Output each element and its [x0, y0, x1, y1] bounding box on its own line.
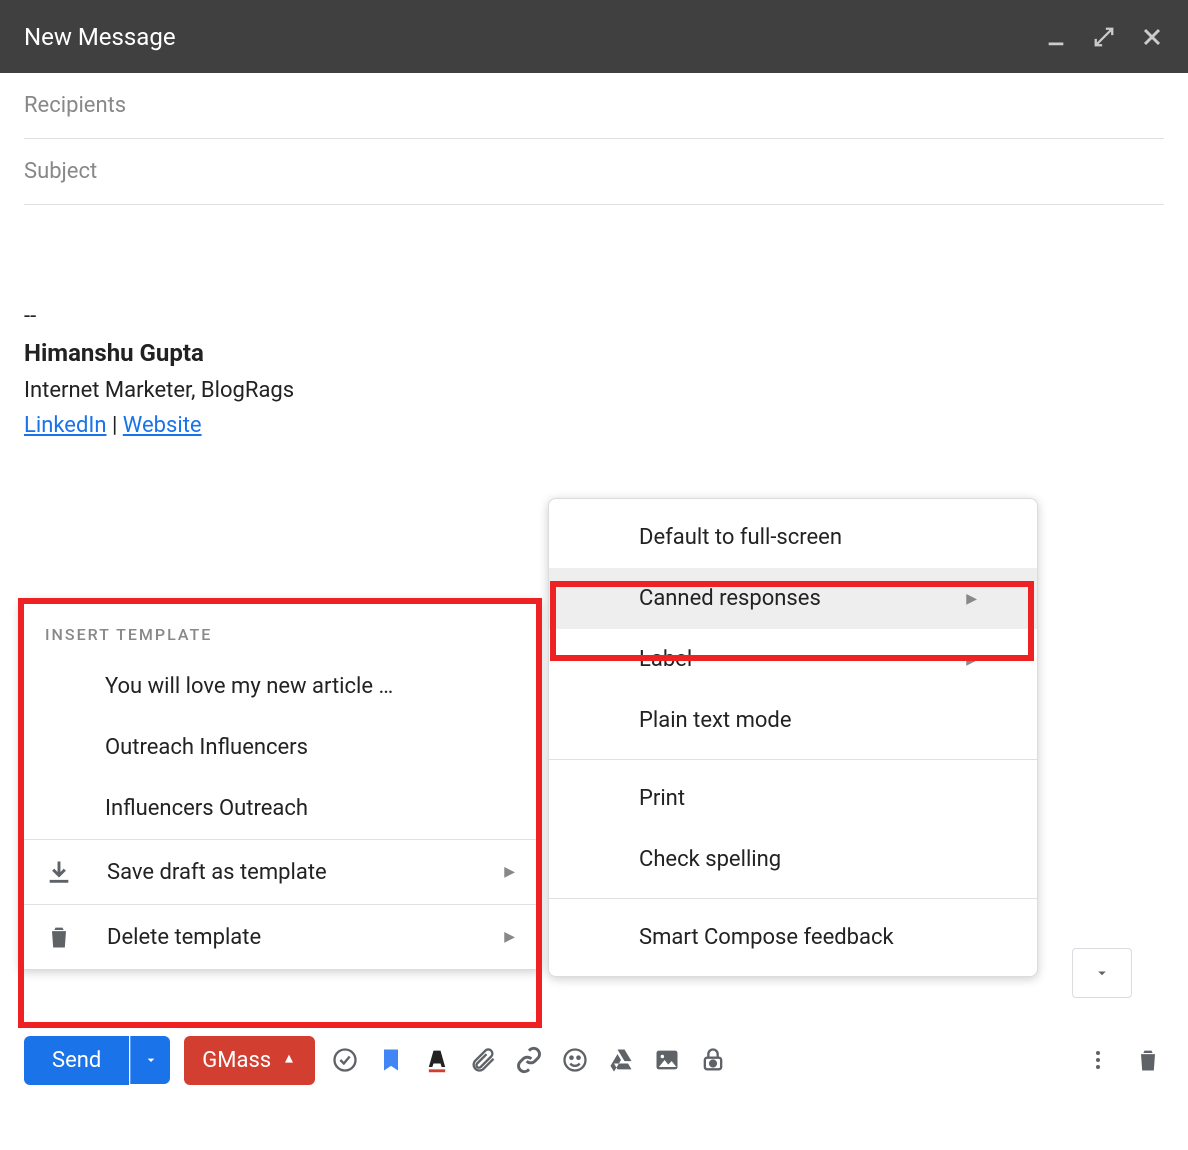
- menu-item-label-action[interactable]: Label ▶: [549, 629, 1037, 690]
- menu-item-label: Label: [639, 647, 692, 672]
- menu-item-label: Smart Compose feedback: [639, 925, 894, 950]
- link-icon[interactable]: [513, 1044, 545, 1076]
- signature-links: LinkedIn | Website: [24, 408, 1164, 443]
- subject-field[interactable]: Subject: [24, 139, 1164, 205]
- submenu-header: INSERT TEMPLATE: [21, 601, 539, 656]
- template-item[interactable]: Influencers Outreach: [21, 778, 539, 839]
- menu-item-label: Print: [639, 786, 685, 811]
- discard-draft-icon[interactable]: [1132, 1044, 1164, 1076]
- lock-clock-icon[interactable]: [697, 1044, 729, 1076]
- save-template-item[interactable]: Save draft as template ▶: [21, 840, 539, 904]
- titlebar-actions: [1044, 25, 1164, 49]
- menu-item-smart-compose[interactable]: Smart Compose feedback: [549, 907, 1037, 968]
- template-item[interactable]: You will love my new article …: [21, 656, 539, 717]
- compose-toolbar: Send GMass: [24, 1030, 1164, 1090]
- subject-label: Subject: [24, 159, 97, 184]
- menu-item-plain-text[interactable]: Plain text mode: [549, 690, 1037, 751]
- template-item-label: You will love my new article …: [105, 674, 393, 699]
- chevron-right-icon: ▶: [966, 591, 977, 607]
- menu-item-spelling[interactable]: Check spelling: [549, 829, 1037, 890]
- compose-body[interactable]: -- Himanshu Gupta Internet Marketer, Blo…: [0, 205, 1188, 467]
- drive-icon[interactable]: [605, 1044, 637, 1076]
- delete-template-item[interactable]: Delete template ▶: [21, 905, 539, 969]
- signature-link-website[interactable]: Website: [123, 413, 202, 438]
- close-icon[interactable]: [1140, 25, 1164, 49]
- fullscreen-icon[interactable]: [1092, 25, 1116, 49]
- gmass-label: GMass: [202, 1048, 271, 1073]
- more-options-button[interactable]: [1078, 1040, 1118, 1080]
- menu-item-print[interactable]: Print: [549, 768, 1037, 829]
- trash-icon: [45, 923, 73, 951]
- menu-item-label: Plain text mode: [639, 708, 792, 733]
- bookmark-icon[interactable]: [375, 1044, 407, 1076]
- checkmark-icon[interactable]: [329, 1044, 361, 1076]
- image-icon[interactable]: [651, 1044, 683, 1076]
- text-format-icon[interactable]: [421, 1044, 453, 1076]
- signature-pipe: |: [107, 413, 123, 438]
- menu-item-label: Default to full-screen: [639, 525, 842, 550]
- menu-item-fullscreen[interactable]: Default to full-screen: [549, 507, 1037, 568]
- template-item[interactable]: Outreach Influencers: [21, 717, 539, 778]
- more-options-menu: Default to full-screen Canned responses …: [548, 498, 1038, 977]
- send-dropdown-button[interactable]: [130, 1036, 170, 1084]
- chevron-right-icon: ▶: [966, 652, 977, 668]
- download-icon: [45, 858, 73, 886]
- side-dropdown-button[interactable]: [1072, 948, 1132, 998]
- compose-fields: Recipients Subject: [0, 73, 1188, 205]
- gmass-button[interactable]: GMass: [184, 1036, 315, 1085]
- send-button[interactable]: Send: [24, 1036, 129, 1085]
- attach-icon[interactable]: [467, 1044, 499, 1076]
- menu-item-label: Check spelling: [639, 847, 781, 872]
- minimize-icon[interactable]: [1044, 25, 1068, 49]
- signature-name: Himanshu Gupta: [24, 334, 1164, 372]
- save-template-label: Save draft as template: [107, 860, 327, 885]
- chevron-right-icon: ▶: [504, 864, 515, 880]
- signature-separator: --: [24, 299, 1164, 334]
- menu-item-canned-responses[interactable]: Canned responses ▶: [549, 568, 1037, 629]
- signature-link-linkedin[interactable]: LinkedIn: [24, 413, 107, 438]
- recipients-label: Recipients: [24, 93, 126, 118]
- signature-role: Internet Marketer, BlogRags: [24, 373, 1164, 408]
- delete-template-label: Delete template: [107, 925, 261, 950]
- canned-responses-submenu: INSERT TEMPLATE You will love my new art…: [20, 600, 540, 970]
- compose-titlebar: New Message: [0, 0, 1188, 73]
- chevron-right-icon: ▶: [504, 929, 515, 945]
- menu-divider: [549, 898, 1037, 899]
- template-item-label: Outreach Influencers: [105, 735, 308, 760]
- menu-item-label: Canned responses: [639, 586, 821, 611]
- recipients-field[interactable]: Recipients: [24, 73, 1164, 139]
- compose-title: New Message: [24, 23, 176, 51]
- template-item-label: Influencers Outreach: [105, 796, 308, 821]
- menu-divider: [549, 759, 1037, 760]
- emoji-icon[interactable]: [559, 1044, 591, 1076]
